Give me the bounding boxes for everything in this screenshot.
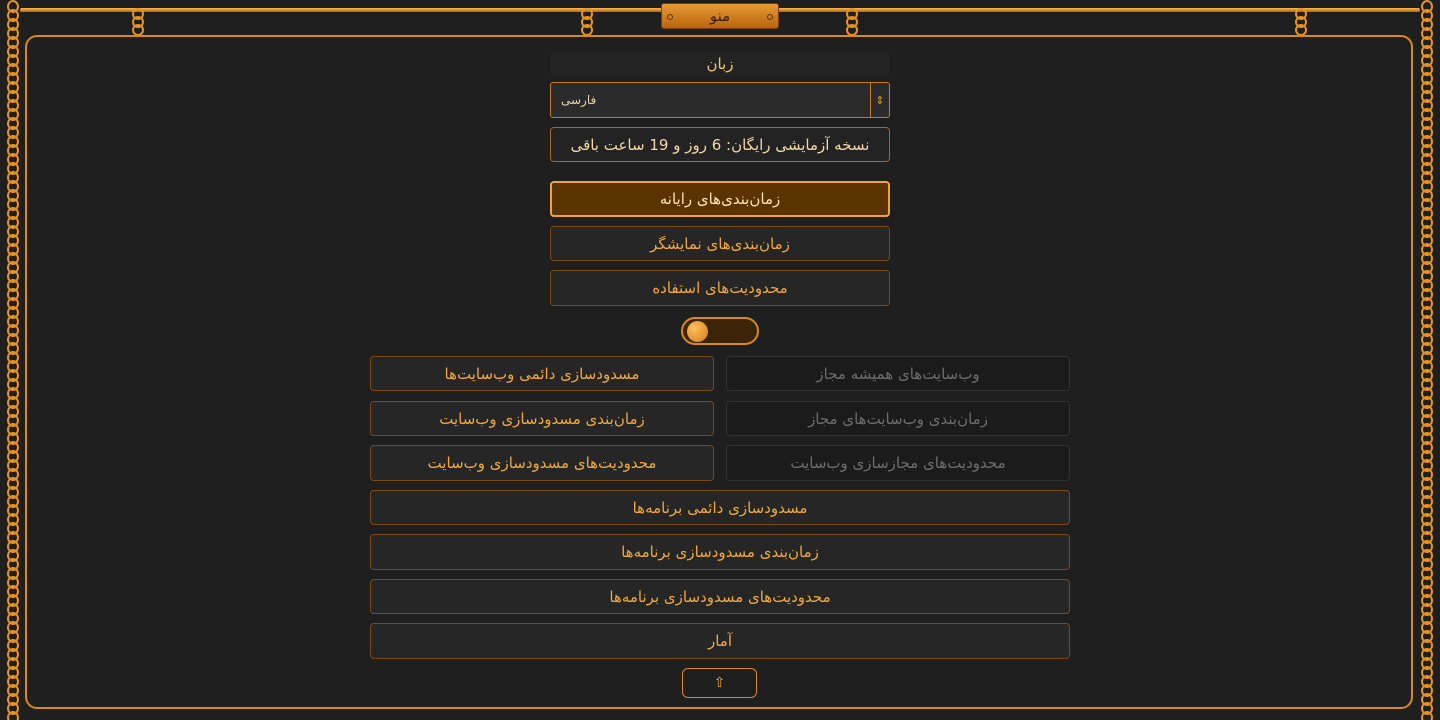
website-block-schedule-button[interactable]: زمان‌بندی مسدودسازی وب‌سایت — [370, 401, 714, 436]
permanent-website-block-button[interactable]: مسدودسازی دائمی وب‌سایت‌ها — [370, 356, 714, 391]
toggle-knob — [687, 321, 708, 342]
app-block-limits-button[interactable]: محدودیت‌های مسدودسازی برنامه‌ها — [370, 579, 1070, 614]
hanging-chain-decoration — [846, 8, 858, 36]
permanent-app-block-button[interactable]: مسدودسازی دائمی برنامه‌ها — [370, 490, 1070, 525]
allowed-websites-schedule-button: زمان‌بندی وب‌سایت‌های مجاز — [726, 401, 1070, 436]
usage-limits-button[interactable]: محدودیت‌های استفاده — [550, 270, 890, 306]
right-chain-decoration — [1421, 0, 1433, 720]
block-allow-toggle[interactable] — [681, 317, 759, 345]
rivet-icon — [667, 14, 673, 20]
updown-arrow-icon[interactable]: ⇕ — [870, 83, 889, 117]
app-block-schedule-button[interactable]: زمان‌بندی مسدودسازی برنامه‌ها — [370, 534, 1070, 570]
app-frame: منو زبان فارسی ⇕ نسخه آزمایشی رایگان: 6 … — [0, 0, 1440, 720]
computer-schedules-button[interactable]: زمان‌بندی‌های رایانه — [550, 181, 890, 217]
menu-button[interactable]: منو — [661, 3, 779, 29]
scroll-up-button[interactable]: ⇧ — [682, 668, 757, 698]
up-arrow-icon: ⇧ — [713, 675, 726, 691]
hanging-chain-decoration — [1295, 8, 1307, 36]
menu-label: منو — [709, 7, 731, 25]
display-schedules-button[interactable]: زمان‌بندی‌های نمایشگر — [550, 226, 890, 261]
language-selected-value: فارسی — [561, 93, 597, 107]
rivet-icon — [767, 14, 773, 20]
left-chain-decoration — [7, 0, 19, 720]
language-select[interactable]: فارسی ⇕ — [550, 82, 890, 118]
hanging-chain-decoration — [132, 8, 144, 36]
always-allowed-websites-button: وب‌سایت‌های همیشه مجاز — [726, 356, 1070, 391]
statistics-button[interactable]: آمار — [370, 623, 1070, 659]
trial-status: نسخه آزمایشی رایگان: 6 روز و 19 ساعت باق… — [550, 127, 890, 162]
language-title: زبان — [550, 52, 890, 76]
hanging-chain-decoration — [581, 8, 593, 36]
website-allow-limits-button: محدودیت‌های مجازسازی وب‌سایت — [726, 445, 1070, 481]
website-block-limits-button[interactable]: محدودیت‌های مسدودسازی وب‌سایت — [370, 445, 714, 481]
